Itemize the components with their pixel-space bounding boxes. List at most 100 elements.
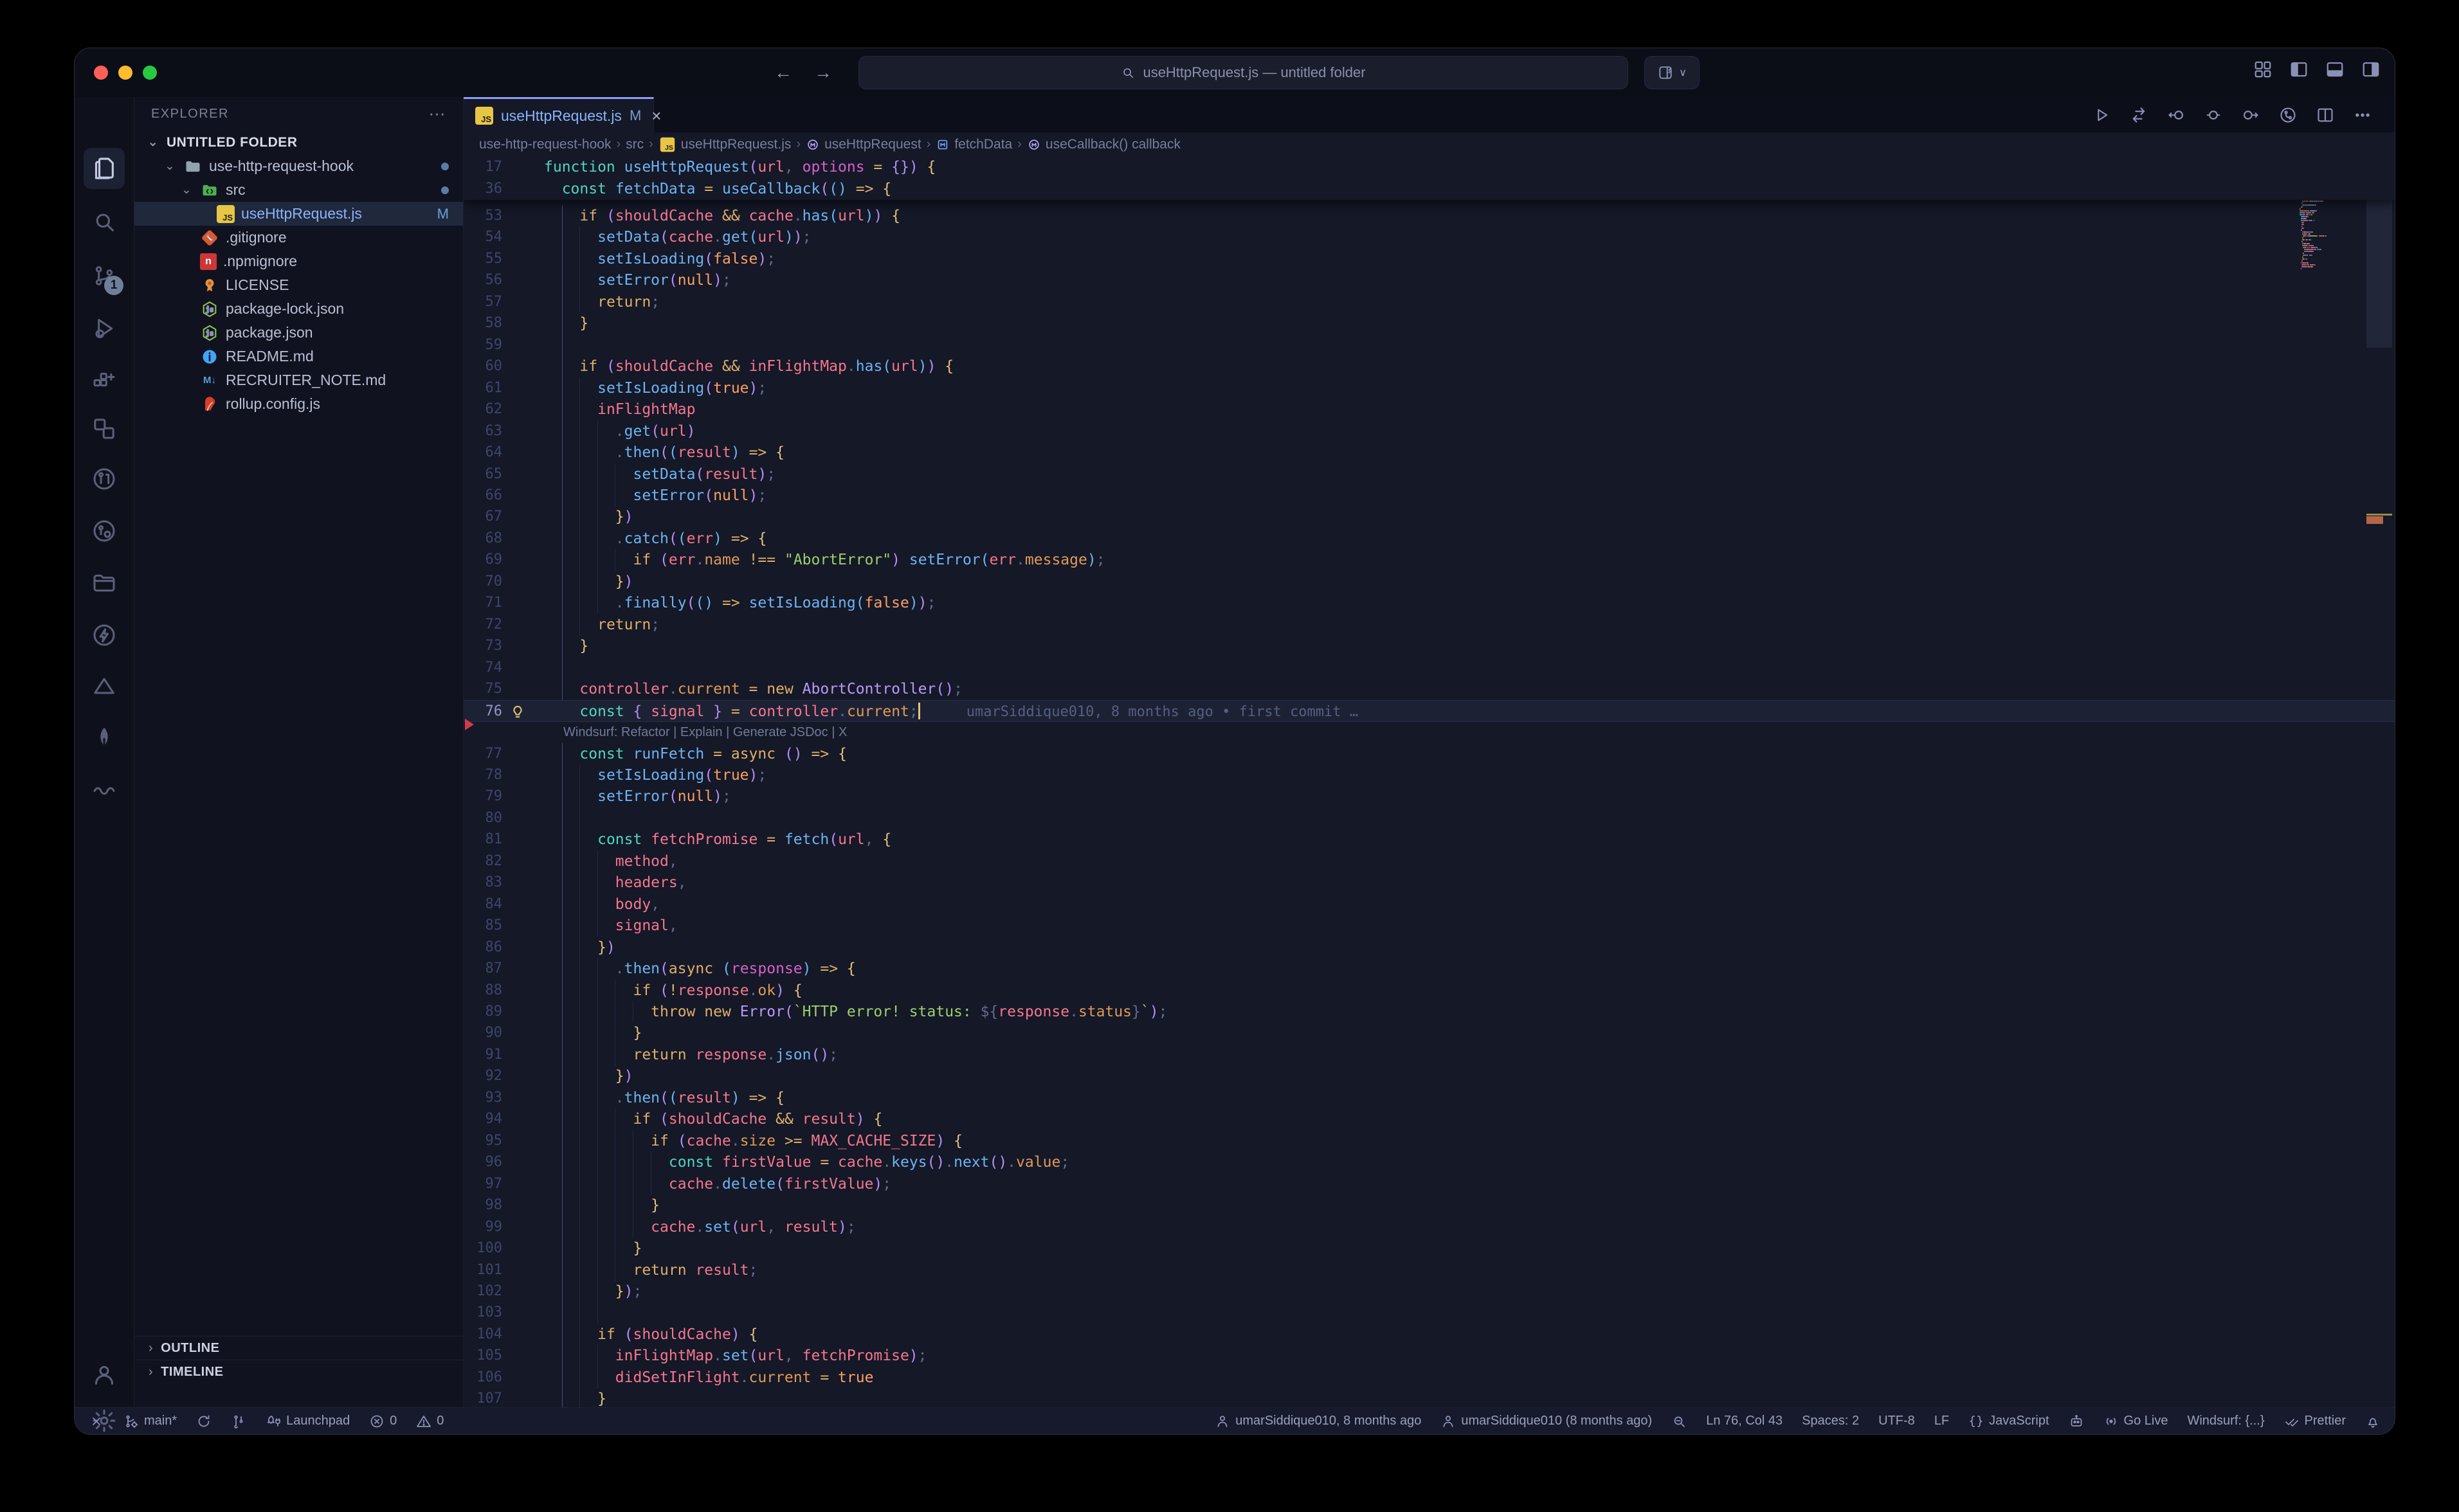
code-line-84[interactable]: 84 body, (464, 894, 2395, 915)
code-line-97[interactable]: 97 cache.delete(firstValue); (464, 1173, 2395, 1195)
code-line-101[interactable]: 101 return result; (464, 1259, 2395, 1281)
code-line-68[interactable]: 68 .catch((err) => { (464, 528, 2395, 550)
statusbar-zoom-out[interactable] (1671, 1414, 1687, 1429)
toggle-secondary-sidebar-button[interactable] (2361, 60, 2381, 79)
breadcrumb-item[interactable]: use-http-request-hook (479, 137, 611, 152)
activitybar-account[interactable] (84, 1354, 125, 1396)
activitybar-gitlens[interactable] (84, 510, 125, 552)
file-row-package-lock-json[interactable]: jspackage-lock.json (134, 297, 463, 321)
history-forward-button[interactable]: → (814, 62, 832, 83)
history-back-button[interactable]: ← (774, 62, 792, 83)
statusbar-go-live[interactable]: Go Live (2103, 1414, 2168, 1429)
activitybar-thunder[interactable] (84, 615, 125, 656)
code-line-55[interactable]: 55 setIsLoading(false); (464, 248, 2395, 270)
statusbar-0[interactable]: 0 (416, 1414, 444, 1429)
code-line-88[interactable]: 88 if (!response.ok) { (464, 980, 2395, 1002)
customize-layout-button[interactable] (2253, 60, 2273, 79)
gitlens-graph-button[interactable] (2279, 106, 2297, 124)
code-line-83[interactable]: 83 headers, (464, 872, 2395, 894)
statusbar-umarsiddique010-8-months-ago[interactable]: umarSiddique010 (8 months ago) (1440, 1414, 1652, 1429)
activitybar-prism-triangle[interactable] (84, 665, 125, 706)
code-line-59[interactable]: 59 (464, 334, 2395, 356)
code-line-91[interactable]: 91 return response.json(); (464, 1044, 2395, 1066)
code-line-104[interactable]: 104 if (shouldCache) { (464, 1324, 2395, 1346)
statusbar-robot[interactable] (2069, 1414, 2084, 1429)
code-editor[interactable]: 53 if (shouldCache && cache.has(url)) {5… (464, 156, 2395, 1407)
statusbar-umarsiddique010-8-months-ago[interactable]: umarSiddique010, 8 months ago (1215, 1414, 1421, 1429)
code-line-77[interactable]: 77 const runFetch = async () => { (464, 743, 2395, 765)
breadcrumb-item[interactable]: fetchData (936, 137, 1012, 152)
statusbar-ln-76-col-43[interactable]: Ln 76, Col 43 (1706, 1414, 1783, 1428)
code-line-85[interactable]: 85 signal, (464, 915, 2395, 937)
toggle-changes-button[interactable] (2130, 106, 2148, 124)
code-line-81[interactable]: 81 const fetchPromise = fetch(url, { (464, 829, 2395, 851)
statusbar-compare[interactable] (231, 1414, 246, 1429)
lightbulb-icon[interactable] (509, 703, 527, 721)
code-line-89[interactable]: 89 throw new Error(`HTTP error! status: … (464, 1001, 2395, 1023)
file-row-readme-md[interactable]: README.md (134, 345, 463, 368)
breadcrumb-item[interactable]: JSuseHttpRequest.js (658, 136, 792, 154)
code-line-103[interactable]: 103 (464, 1302, 2395, 1324)
activitybar-windsurf-wave[interactable] (84, 768, 125, 809)
toggle-panel-button[interactable] (2325, 60, 2345, 79)
file-row-usehttprequest-js[interactable]: JSuseHttpRequest.jsM (134, 202, 463, 226)
code-line-63[interactable]: 63 .get(url) (464, 420, 2395, 442)
code-line-72[interactable]: 72 return; (464, 614, 2395, 636)
more-actions-button[interactable] (2354, 106, 2372, 124)
code-line-80[interactable]: 80 (464, 807, 2395, 829)
breadcrumb-item[interactable]: src (626, 137, 644, 152)
code-line-53[interactable]: 53 if (shouldCache && cache.has(url)) { (464, 205, 2395, 227)
codelens-row[interactable]: Windsurf: Refactor | Explain | Generate … (464, 721, 2395, 743)
code-line-87[interactable]: 87 .then(async (response) => { (464, 958, 2395, 980)
code-line-100[interactable]: 100 } (464, 1238, 2395, 1259)
code-line-66[interactable]: 66 setError(null); (464, 485, 2395, 507)
activitybar-mongo-leaf[interactable] (84, 716, 125, 757)
code-line-70[interactable]: 70 }) (464, 571, 2395, 593)
activitybar-settings-gear[interactable] (84, 1400, 125, 1435)
code-line-54[interactable]: 54 setData(cache.get(url)); (464, 226, 2395, 248)
file-row-package-json[interactable]: jspackage.json (134, 321, 463, 345)
code-line-62[interactable]: 62 inFlightMap (464, 399, 2395, 420)
code-line-86[interactable]: 86 }) (464, 937, 2395, 959)
command-center-search[interactable]: useHttpRequest.js — untitled folder (858, 56, 1628, 89)
tab-close-icon[interactable]: × (651, 106, 661, 126)
chevron-down-icon[interactable]: ⌄ (163, 159, 177, 174)
code-line-65[interactable]: 65 setData(result); (464, 464, 2395, 485)
code-line-76[interactable]: 76 const { signal } = controller.current… (464, 700, 2395, 722)
code-line-79[interactable]: 79 setError(null); (464, 786, 2395, 807)
activitybar-search[interactable] (84, 201, 125, 242)
code-line-69[interactable]: 69 if (err.name !== "AbortError") setErr… (464, 549, 2395, 571)
activitybar-project-folder[interactable] (84, 562, 125, 604)
chevron-down-icon[interactable]: ⌄ (179, 183, 194, 197)
code-line-74[interactable]: 74 (464, 657, 2395, 679)
breadcrumb-item[interactable]: useHttpRequest (806, 137, 921, 152)
code-line-106[interactable]: 106 didSetInFlight.current = true (464, 1367, 2395, 1389)
code-line-92[interactable]: 92 }) (464, 1065, 2395, 1087)
file-row-src[interactable]: ⌄src (134, 178, 463, 202)
outline-section[interactable]: › OUTLINE (134, 1336, 463, 1360)
code-line-64[interactable]: 64 .then((result) => { (464, 442, 2395, 464)
code-line-73[interactable]: 73 } (464, 635, 2395, 657)
code-line-102[interactable]: 102 }); (464, 1281, 2395, 1302)
run-file-button[interactable] (2092, 106, 2110, 124)
file-row-recruiter-note-md[interactable]: M↓RECRUITER_NOTE.md (134, 368, 463, 392)
code-line-98[interactable]: 98 } (464, 1194, 2395, 1216)
timeline-section[interactable]: › TIMELINE (134, 1360, 463, 1383)
breadcrumb-item[interactable]: useCallback() callback (1027, 137, 1181, 152)
code-line-82[interactable]: 82 method, (464, 851, 2395, 872)
statusbar-prettier[interactable]: Prettier (2284, 1414, 2346, 1429)
statusbar-launchpad[interactable]: Launchpad (266, 1414, 350, 1429)
tab-usehttprequest[interactable]: JS useHttpRequest.js M × (464, 97, 654, 132)
file-row-use-http-request-hook[interactable]: ⌄use-http-request-hook (134, 154, 463, 178)
code-line-96[interactable]: 96 const firstValue = cache.keys().next(… (464, 1151, 2395, 1173)
activitybar-remote-boxes[interactable] (84, 408, 125, 449)
code-line-58[interactable]: 58 } (464, 312, 2395, 334)
close-window-button[interactable] (94, 66, 108, 80)
activitybar-extensions[interactable] (84, 361, 125, 402)
statusbar-sync[interactable] (196, 1414, 212, 1429)
statusbar-bell[interactable] (2365, 1414, 2381, 1429)
code-line-78[interactable]: 78 setIsLoading(true); (464, 764, 2395, 786)
statusbar-lf[interactable]: LF (1934, 1414, 1949, 1428)
code-line-75[interactable]: 75 controller.current = new AbortControl… (464, 678, 2395, 700)
workspace-root-row[interactable]: ⌄ UNTITLED FOLDER (134, 130, 463, 154)
